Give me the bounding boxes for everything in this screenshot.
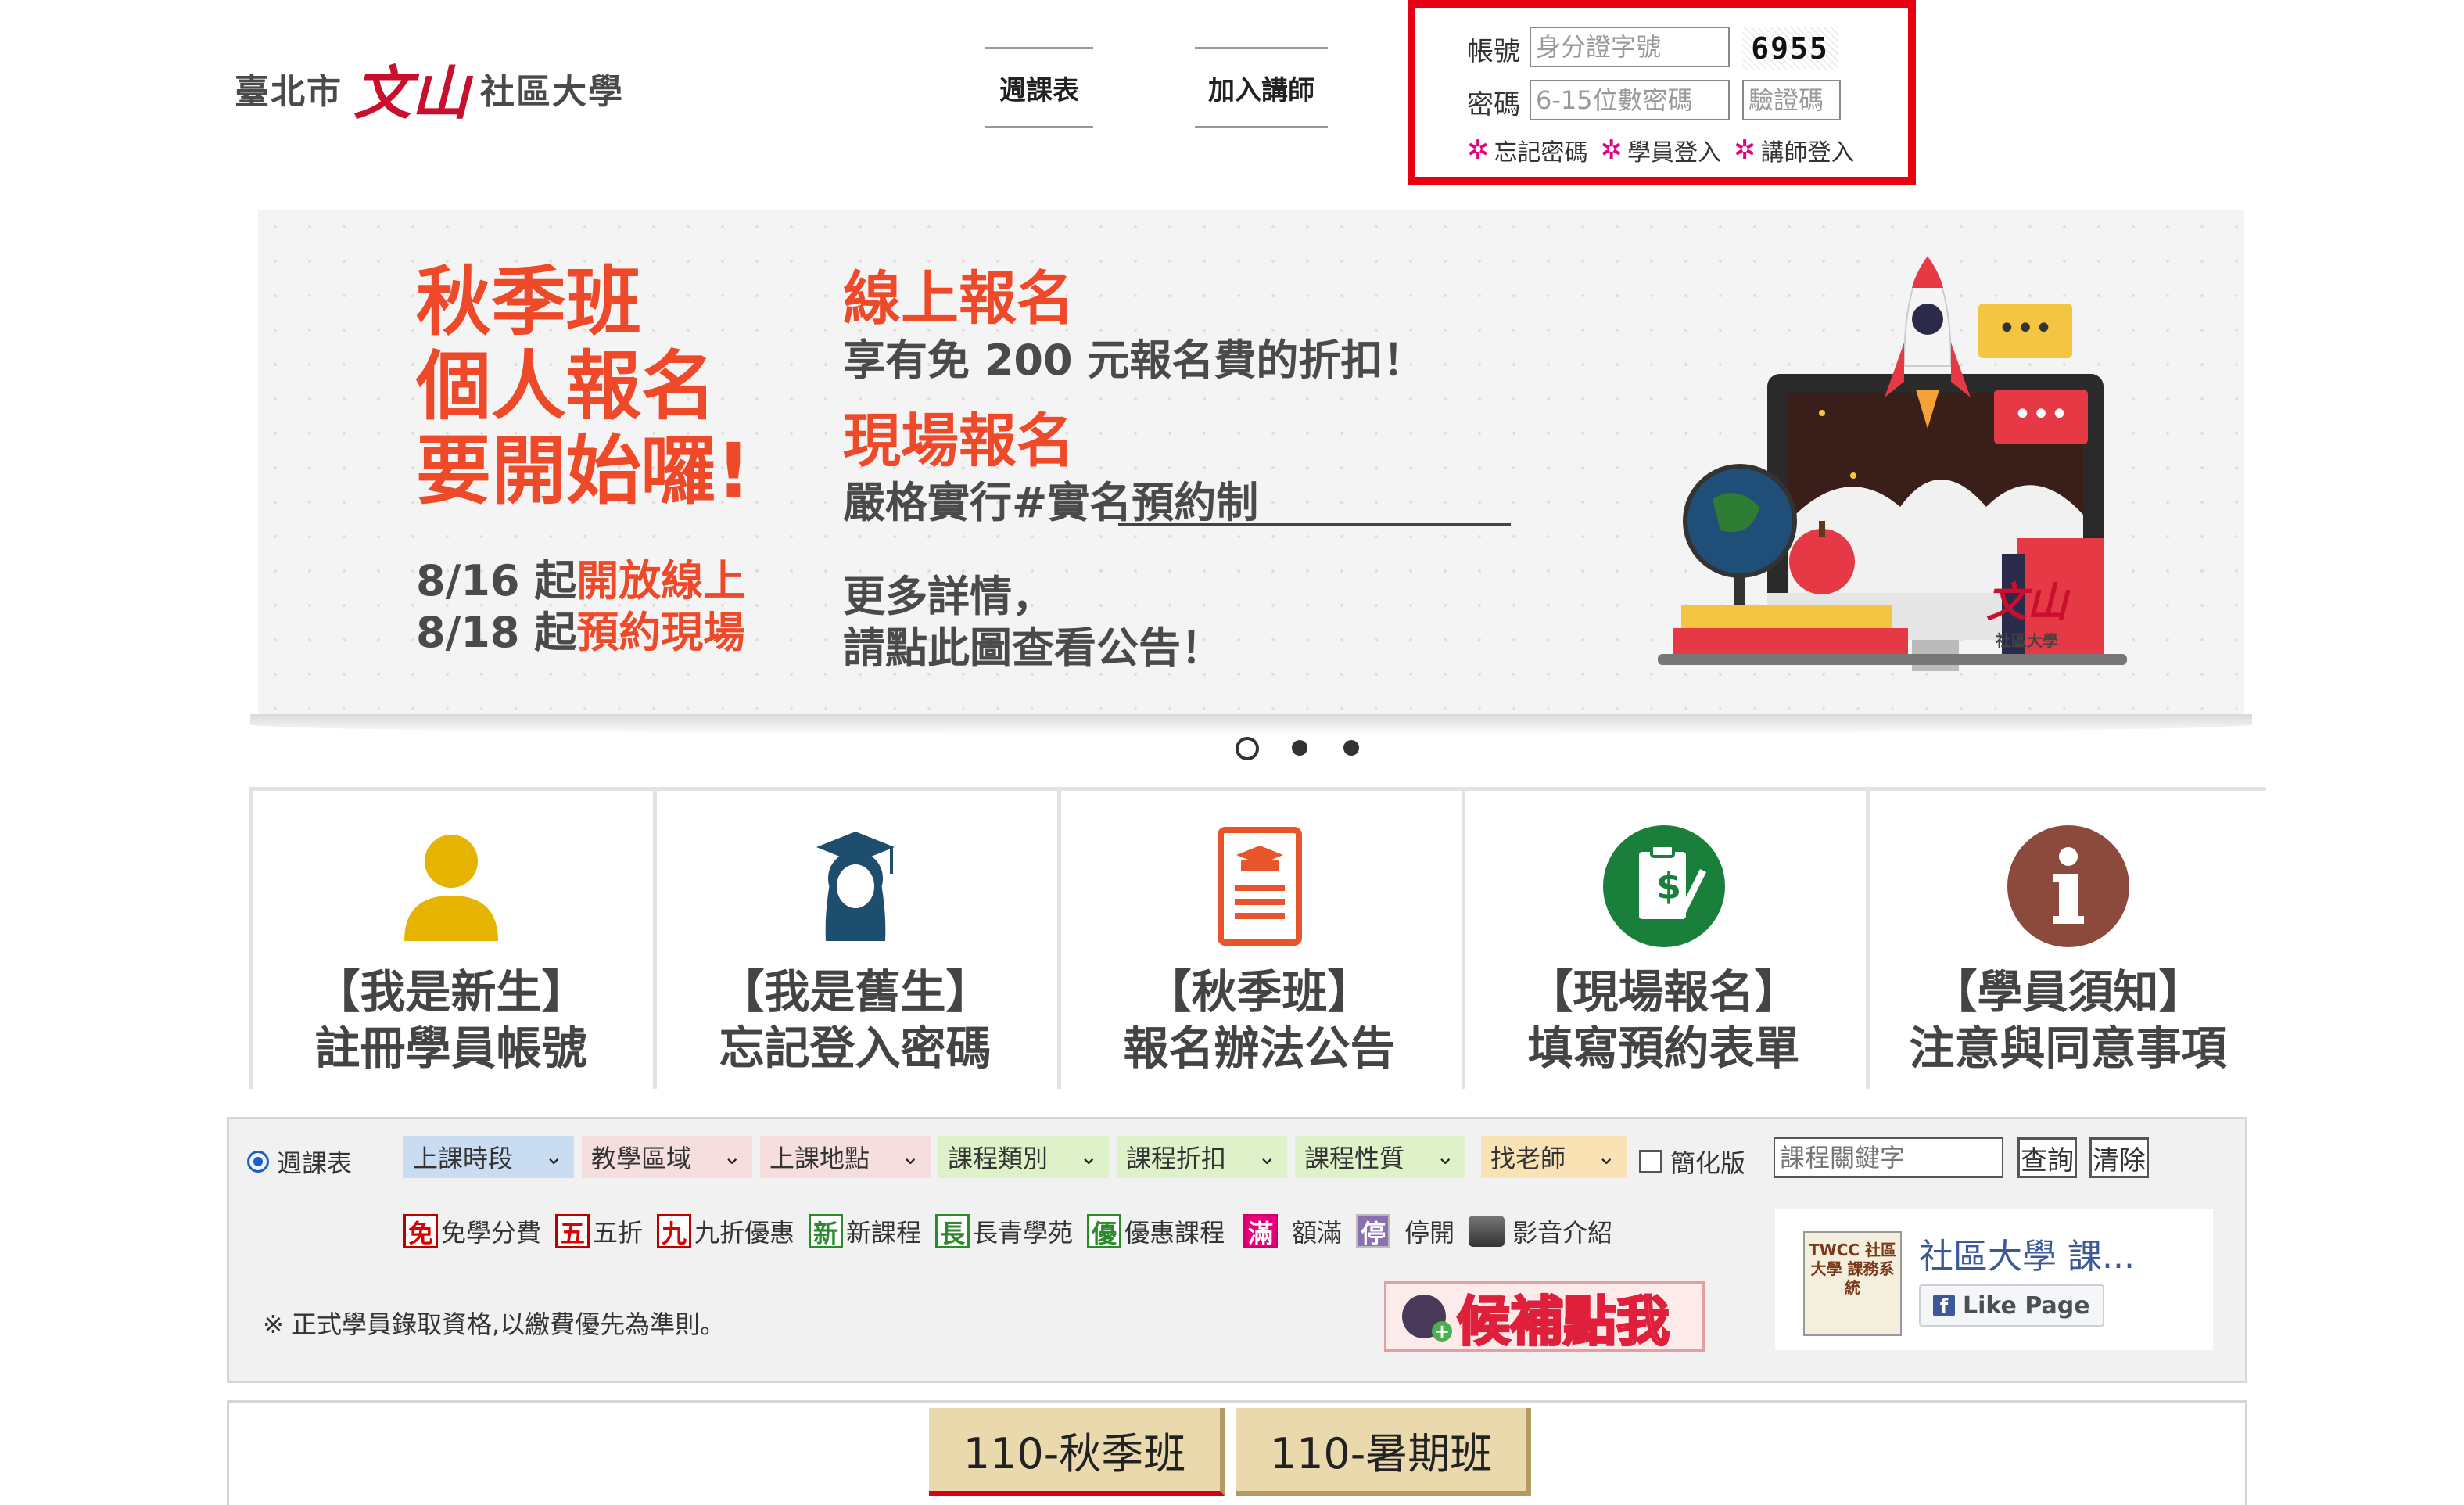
logo-name: 社區大學 bbox=[480, 72, 624, 112]
banner-shadow bbox=[250, 714, 2252, 735]
legend-full-mark: 滿 bbox=[1243, 1214, 1279, 1248]
tile-autumn-announcement[interactable]: 【秋季班】 報名辦法公告 bbox=[1057, 787, 1458, 1089]
select-teaching-area[interactable]: 教學區域 ⌄ bbox=[582, 1136, 752, 1178]
captcha-input[interactable] bbox=[1742, 80, 1841, 120]
fb-like-page-button[interactable]: f Like Page bbox=[1919, 1284, 2104, 1327]
select-course-discount[interactable]: 課程折扣 ⌄ bbox=[1117, 1136, 1287, 1178]
checkbox-simple-version[interactable]: 簡化版 bbox=[1639, 1144, 1745, 1180]
asterisk-icon: ✲ bbox=[1600, 135, 1623, 166]
chevron-down-icon: ⌄ bbox=[901, 1144, 920, 1169]
logo-mark-icon: 文山 bbox=[1986, 579, 2068, 627]
radio-checked-icon bbox=[247, 1151, 269, 1173]
facebook-icon: f bbox=[1933, 1295, 1955, 1317]
info-icon bbox=[2007, 825, 2129, 947]
carousel-dot-2[interactable] bbox=[1292, 740, 1307, 756]
legend-free-mark: 免 bbox=[403, 1214, 438, 1248]
legend-senior-mark: 長 bbox=[935, 1214, 970, 1248]
facebook-page-widget: TWCC 社區大學 課務系統 社區大學 課... f Like Page bbox=[1775, 1209, 2213, 1350]
forgot-password-link[interactable]: ✲ 忘記密碼 bbox=[1467, 133, 1588, 167]
banner-online-desc: 享有免 200 元報名費的折扣！ bbox=[843, 336, 1426, 385]
enrollment-note: ※ 正式學員錄取資格,以繳費優先為準則。 bbox=[263, 1309, 726, 1339]
svg-text:$: $ bbox=[1656, 865, 1681, 907]
legend-new-mark: 新 bbox=[809, 1214, 844, 1248]
banner-corner-logo: 文山 社區大學 bbox=[1986, 569, 2068, 651]
banner-more-2: 請點此圖查看公告！ bbox=[843, 623, 1223, 673]
legend-discount-mark: 優 bbox=[1087, 1214, 1122, 1248]
chevron-down-icon: ⌄ bbox=[544, 1144, 563, 1169]
tile-new-student[interactable]: 【我是新生】 註冊學員帳號 bbox=[249, 787, 649, 1089]
legend-ninety-mark: 九 bbox=[657, 1214, 692, 1248]
tile-returning-student[interactable]: 【我是舊生】 忘記登入密碼 bbox=[653, 787, 1053, 1089]
clear-button[interactable]: 清除 bbox=[2089, 1137, 2149, 1178]
person-icon bbox=[403, 835, 498, 941]
svg-text:•••: ••• bbox=[2014, 397, 2069, 433]
fb-page-name[interactable]: 社區大學 課... bbox=[1919, 1228, 2135, 1278]
banner-onsite-desc: 嚴格實行#實名預約制 bbox=[843, 478, 1259, 527]
nav-weekly-schedule[interactable]: 週課表 bbox=[985, 47, 1093, 128]
password-label: 密碼 bbox=[1467, 89, 1520, 120]
login-links: ✲ 忘記密碼 ✲ 學員登入 ✲ 講師登入 bbox=[1467, 133, 1855, 167]
chevron-down-icon: ⌄ bbox=[1597, 1144, 1616, 1169]
chevron-down-icon: ⌄ bbox=[723, 1144, 741, 1169]
person-add-icon: + bbox=[1402, 1295, 1452, 1342]
site-logo[interactable]: 臺北市 文山 社區大學 bbox=[235, 45, 624, 131]
checkbox-icon bbox=[1639, 1150, 1662, 1173]
form-icon: $ bbox=[1602, 825, 1725, 947]
select-course-category[interactable]: 課程類別 ⌄ bbox=[938, 1136, 1109, 1178]
keyword-input[interactable] bbox=[1774, 1137, 2003, 1178]
banner-online-title: 線上報名 bbox=[843, 265, 1074, 332]
asterisk-icon: ✲ bbox=[1734, 135, 1756, 166]
waitlist-button[interactable]: + 候補點我 bbox=[1384, 1281, 1705, 1354]
carousel-dot-3[interactable] bbox=[1343, 740, 1359, 756]
select-class-time[interactable]: 上課時段 ⌄ bbox=[403, 1136, 574, 1178]
legend-row: 免免學分費 五五折 九九折優惠 新新課程 長長青學苑 優優惠課程 滿額滿 停停開… bbox=[403, 1211, 1612, 1252]
video-camera-icon bbox=[1469, 1216, 1505, 1247]
student-login-link[interactable]: ✲ 學員登入 bbox=[1601, 133, 1722, 167]
tile-onsite-registration[interactable]: $ 【現場報名】 填寫預約表單 bbox=[1462, 787, 1862, 1089]
banner-headline: 秋季班 個人報名 要開始囉! bbox=[416, 258, 751, 515]
chevron-down-icon: ⌄ bbox=[1257, 1144, 1276, 1169]
promo-banner[interactable]: 秋季班 個人報名 要開始囉! 8/16 起開放線上 8/18 起預約現場 線上報… bbox=[258, 210, 2244, 714]
tile-student-notice[interactable]: 【學員須知】 注意與同意事項 bbox=[1866, 787, 2266, 1089]
graduate-icon bbox=[816, 832, 895, 941]
nav-join-teacher[interactable]: 加入講師 bbox=[1195, 47, 1328, 128]
password-input[interactable] bbox=[1530, 80, 1730, 120]
legend-cancel-mark: 停 bbox=[1356, 1214, 1391, 1248]
tab-110-summer[interactable]: 110-暑期班 bbox=[1236, 1408, 1531, 1496]
logo-city: 臺北市 bbox=[235, 72, 343, 112]
document-icon bbox=[1217, 827, 1302, 946]
account-input[interactable] bbox=[1530, 27, 1730, 67]
radio-weekly-schedule[interactable]: 週課表 bbox=[247, 1144, 352, 1180]
search-button[interactable]: 查詢 bbox=[2017, 1137, 2077, 1178]
teacher-login-link[interactable]: ✲ 講師登入 bbox=[1734, 133, 1855, 167]
captcha-image: 6955 bbox=[1742, 27, 1838, 70]
asterisk-icon: ✲ bbox=[1467, 135, 1490, 166]
svg-text:•••: ••• bbox=[1998, 311, 2053, 347]
login-panel: 帳號 6955 密碼 ✲忘記密碼 ✲學員登入 ✲講師登入 bbox=[1408, 0, 1916, 185]
chevron-down-icon: ⌄ bbox=[1436, 1144, 1454, 1169]
account-label: 帳號 bbox=[1467, 36, 1520, 67]
banner-onsite-title: 現場報名 bbox=[843, 408, 1074, 475]
select-class-location[interactable]: 上課地點 ⌄ bbox=[760, 1136, 931, 1178]
banner-dates: 8/16 起開放線上 8/18 起預約現場 bbox=[416, 556, 746, 657]
select-find-teacher[interactable]: 找老師 ⌄ bbox=[1481, 1136, 1627, 1178]
carousel-dot-1[interactable] bbox=[1236, 737, 1259, 760]
tab-110-autumn[interactable]: 110-秋季班 bbox=[929, 1408, 1225, 1496]
chevron-down-icon: ⌄ bbox=[1079, 1144, 1098, 1169]
fb-page-thumbnail[interactable]: TWCC 社區大學 課務系統 bbox=[1803, 1231, 1902, 1336]
select-course-nature[interactable]: 課程性質 ⌄ bbox=[1295, 1136, 1465, 1178]
logo-mark: 文山 bbox=[353, 59, 469, 128]
legend-half-mark: 五 bbox=[555, 1214, 590, 1248]
